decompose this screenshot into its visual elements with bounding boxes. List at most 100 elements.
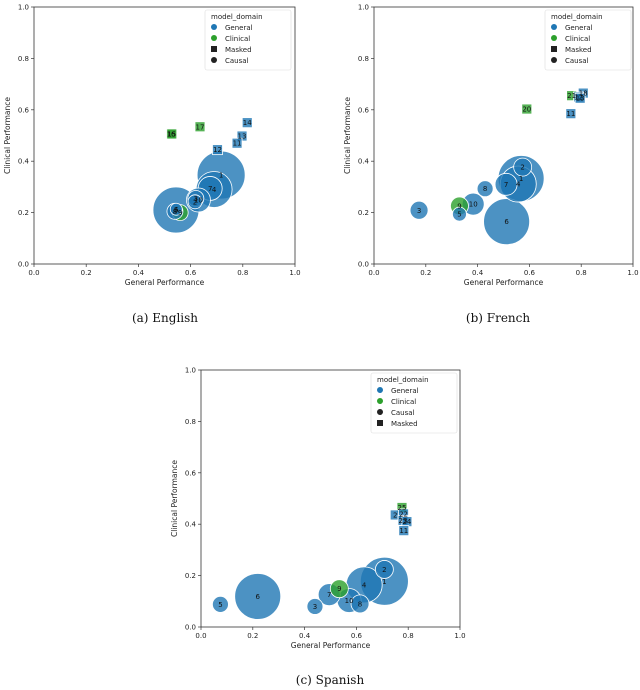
- data-point-label: 1: [382, 578, 386, 586]
- x-tick-label: 0.6: [185, 269, 197, 277]
- legend-marker-circle: [377, 387, 383, 393]
- data-point-label: 11: [566, 110, 575, 118]
- y-tick-label: 1.0: [185, 367, 196, 375]
- y-tick-label: 0.6: [185, 469, 197, 477]
- y-axis-label: Clinical Performance: [343, 97, 352, 174]
- legend-marker-square: [211, 46, 217, 52]
- data-point-label: 2: [382, 566, 386, 574]
- x-tick-label: 0.0: [28, 269, 39, 277]
- y-tick-label: 0.0: [358, 261, 369, 269]
- x-axis-label: General Performance: [464, 278, 544, 287]
- data-point-label: 7: [327, 591, 331, 599]
- data-point-label: 4: [362, 581, 367, 589]
- x-axis-label: General Performance: [125, 278, 205, 287]
- legend-entry-general: General: [225, 24, 253, 32]
- y-tick-label: 0.8: [185, 418, 196, 426]
- legend-marker-circle: [551, 35, 557, 41]
- x-tick-label: 0.8: [237, 269, 248, 277]
- chart-panel-0: 0.0 0.2 0.4 0.6 0.8 1.0 0.0 0.2 0.4 0.6 0.8 1.0 Gene…: [3, 4, 301, 326]
- x-tick-label: 1.0: [289, 269, 300, 277]
- data-point-label: 6: [174, 206, 179, 214]
- legend-entry-masked: Masked: [391, 420, 418, 428]
- chart-panel-1: 0.0 0.2 0.4 0.6 0.8 1.0 0.0 0.2 0.4 0.6 0.8 1.0 Gene…: [343, 4, 639, 326]
- x-axis-label: General Performance: [291, 641, 371, 650]
- x-tick-label: 0.2: [81, 269, 92, 277]
- y-axis-label: Clinical Performance: [3, 97, 12, 174]
- panel-caption: (b) French: [466, 311, 530, 325]
- data-point-label: 10: [345, 597, 354, 605]
- x-tick-label: 0.2: [420, 269, 431, 277]
- data-point-label: 9: [178, 209, 182, 217]
- legend-title: model_domain: [211, 13, 263, 21]
- data-point-label: 20: [522, 106, 531, 114]
- data-point-label: 4: [212, 186, 217, 194]
- y-tick-label: 0.8: [358, 55, 369, 63]
- figure: 0.0 0.2 0.4 0.6 0.8 1.0 0.0 0.2 0.4 0.6 0.8 1.0 Gene…: [3, 4, 639, 688]
- legend-marker-circle: [211, 24, 217, 30]
- data-point-label: 2: [393, 511, 397, 519]
- legend-entry-general: General: [391, 387, 419, 395]
- data-point-label: 4: [516, 181, 521, 189]
- x-tick-label: 0.4: [472, 269, 484, 277]
- y-tick-label: 0.2: [358, 209, 369, 217]
- data-point-label: 11: [399, 527, 408, 535]
- data-point-label: 9: [337, 585, 341, 593]
- data-point-label: 3: [417, 207, 421, 215]
- x-tick-label: 0.2: [247, 632, 258, 640]
- x-tick-label: 0.8: [576, 269, 587, 277]
- data-point-label: 24: [402, 518, 411, 526]
- legend-entry-causal: Causal: [565, 57, 589, 65]
- legend-marker-circle: [551, 24, 557, 30]
- data-point-label: 17: [196, 123, 205, 131]
- data-point-label: 7: [208, 185, 212, 193]
- chart-panel-2: 0.0 0.2 0.4 0.6 0.8 1.0 0.0 0.2 0.4 0.6 0.8 1.0 Gene…: [170, 367, 466, 688]
- data-point-label: 10: [469, 201, 478, 209]
- legend-entry-clinical: Clinical: [565, 35, 590, 43]
- data-point-label: 5: [457, 211, 461, 219]
- y-tick-label: 0.8: [18, 55, 29, 63]
- legend-title: model_domain: [551, 13, 603, 21]
- legend-title: model_domain: [377, 376, 429, 384]
- data-point-label: 13: [576, 95, 585, 103]
- legend-marker-circle: [377, 409, 383, 415]
- y-tick-label: 0.0: [185, 624, 196, 632]
- data-point-label: 1: [219, 172, 223, 180]
- x-tick-label: 1.0: [627, 269, 638, 277]
- legend-entry-clinical: Clinical: [391, 398, 416, 406]
- x-tick-label: 0.0: [368, 269, 379, 277]
- y-tick-label: 0.6: [18, 106, 30, 114]
- data-point-label: 6: [255, 593, 260, 601]
- x-tick-label: 0.6: [524, 269, 536, 277]
- data-point-label: 14: [243, 119, 252, 127]
- legend-entry-causal: Causal: [391, 409, 415, 417]
- data-point-label: 8: [483, 185, 487, 193]
- data-point-label: 15: [167, 130, 176, 138]
- data-point-label: 8: [358, 600, 362, 608]
- y-tick-label: 0.4: [18, 158, 30, 166]
- y-tick-label: 0.4: [185, 521, 197, 529]
- data-point-label: 11: [233, 140, 242, 148]
- data-point-label: 7: [504, 181, 508, 189]
- data-point-label: 2: [520, 164, 524, 172]
- data-point-label: 2: [193, 198, 197, 206]
- y-axis-label: Clinical Performance: [170, 460, 179, 537]
- y-tick-label: 0.6: [358, 106, 370, 114]
- x-tick-label: 0.4: [299, 632, 311, 640]
- y-tick-label: 0.2: [185, 572, 196, 580]
- legend-marker-square: [377, 420, 383, 426]
- legend-marker-square: [551, 46, 557, 52]
- data-point-label: 5: [218, 601, 222, 609]
- y-tick-label: 0.2: [18, 209, 29, 217]
- legend-entry-causal: Causal: [225, 57, 249, 65]
- x-tick-label: 0.8: [403, 632, 414, 640]
- x-tick-label: 0.0: [195, 632, 206, 640]
- x-tick-label: 0.6: [351, 632, 363, 640]
- legend: model_domain General Clinical Masked Causal: [204, 9, 292, 71]
- panel-caption: (a) English: [132, 311, 198, 325]
- data-point-label: 9: [457, 202, 461, 210]
- data-point-label: 6: [504, 218, 509, 226]
- x-tick-label: 0.4: [133, 269, 145, 277]
- legend-entry-masked: Masked: [565, 46, 592, 54]
- y-tick-label: 0.0: [18, 261, 29, 269]
- data-point-label: 12: [213, 146, 222, 154]
